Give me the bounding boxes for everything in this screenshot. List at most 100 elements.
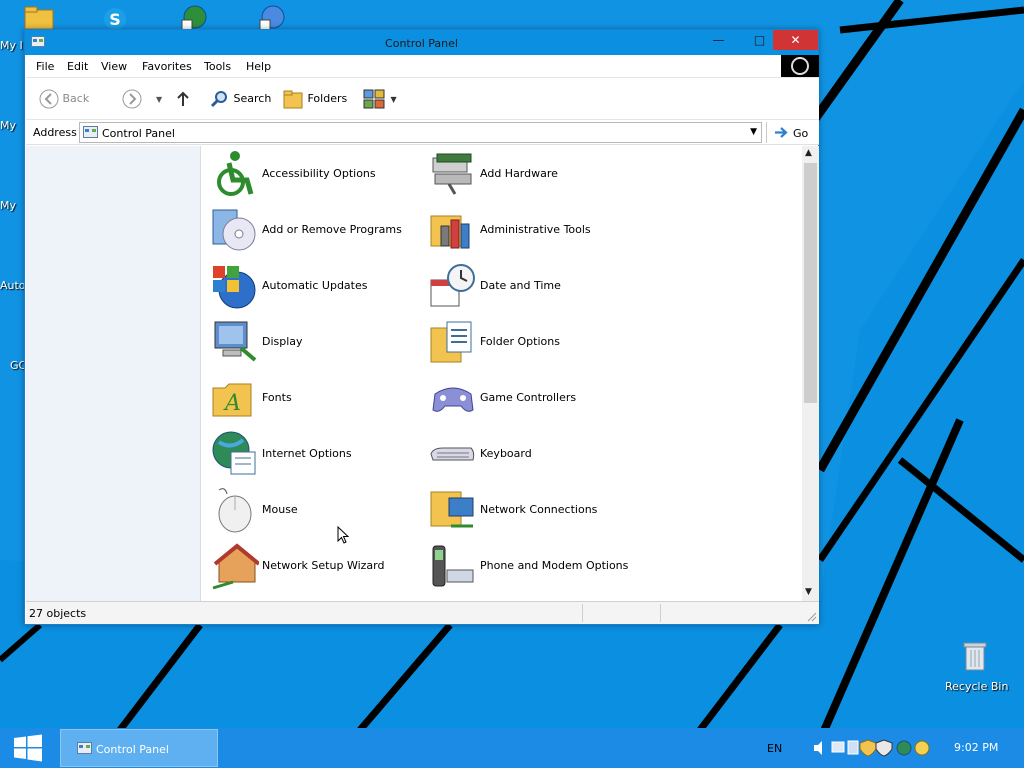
connection-icon xyxy=(914,740,930,756)
cp-item-label: Date and Time xyxy=(480,279,561,292)
cp-item-label: Accessibility Options xyxy=(262,167,376,180)
vertical-scrollbar[interactable]: ▲ ▼ xyxy=(802,146,819,601)
cp-item-mouse[interactable]: Mouse xyxy=(205,484,415,536)
automatic-updates-icon xyxy=(213,266,256,309)
taskbar: Control Panel EN 9:02 PM xyxy=(0,728,1024,768)
forward-button-icon-holder[interactable] xyxy=(122,87,142,111)
menu-view[interactable]: View xyxy=(101,60,127,73)
folders-button[interactable]: Folders xyxy=(282,87,347,111)
back-button[interactable]: Back xyxy=(39,87,109,111)
svg-text:A: A xyxy=(223,391,241,416)
safely-remove-icon xyxy=(847,740,859,755)
menu-tools[interactable]: Tools xyxy=(204,60,231,73)
control-panel-items: Accessibility Options Add Hardware Add o… xyxy=(201,146,801,601)
close-button[interactable]: ✕ xyxy=(773,30,818,50)
resize-grip-icon[interactable] xyxy=(805,610,817,622)
system-tray xyxy=(812,738,942,761)
menu-edit[interactable]: Edit xyxy=(67,60,88,73)
desktop-icon-label: My xyxy=(0,199,17,212)
keyboard-icon xyxy=(430,447,475,461)
menu-bar: File Edit View Favorites Tools Help xyxy=(26,55,819,78)
address-bar: Address Control Panel ▼ Go xyxy=(26,120,819,145)
up-arrow-icon xyxy=(177,91,189,106)
cp-item-label: Game Controllers xyxy=(480,391,577,404)
cp-item-date-and-time[interactable]: Date and Time xyxy=(423,260,633,312)
views-icon xyxy=(363,89,385,109)
status-bar: 27 objects xyxy=(26,601,819,624)
cp-item-internet-options[interactable]: Internet Options xyxy=(205,428,415,480)
go-label: Go xyxy=(793,127,809,140)
phone-modem-icon xyxy=(432,545,474,587)
cp-item-add-hardware[interactable]: Add Hardware xyxy=(423,148,633,200)
cp-item-label: Keyboard xyxy=(480,447,532,460)
fonts-icon: A xyxy=(212,383,252,417)
maximize-button[interactable]: □ xyxy=(746,30,773,50)
administrative-tools-icon xyxy=(430,215,470,249)
cp-item-automatic-updates[interactable]: Automatic Updates xyxy=(205,260,415,312)
date-time-icon xyxy=(430,264,475,307)
chevron-down-icon: ▼ xyxy=(390,95,397,104)
shield-icon xyxy=(859,739,877,757)
content-area: Accessibility Options Add Hardware Add o… xyxy=(26,146,819,601)
game-controllers-icon xyxy=(432,387,474,412)
globe-arrow-icon[interactable] xyxy=(180,4,210,32)
cp-item-label: Fonts xyxy=(262,391,292,404)
cp-item-accessibility-options[interactable]: Accessibility Options xyxy=(205,148,415,200)
folder-icon[interactable] xyxy=(24,6,54,30)
cp-item-add-remove-programs[interactable]: Add or Remove Programs xyxy=(205,204,415,256)
status-divider xyxy=(660,604,661,622)
cp-item-keyboard[interactable]: Keyboard xyxy=(423,428,633,480)
control-panel-window: Control Panel — □ ✕ File Edit View Favor… xyxy=(24,29,819,625)
back-label: Back xyxy=(62,92,90,105)
cp-item-game-controllers[interactable]: Game Controllers xyxy=(423,372,633,424)
cp-item-administrative-tools[interactable]: Administrative Tools xyxy=(423,204,633,256)
recycle-bin-icon xyxy=(963,642,987,671)
mouse-icon xyxy=(218,488,252,533)
chevron-down-icon[interactable]: ▼ xyxy=(750,127,757,137)
folders-label: Folders xyxy=(307,92,348,105)
desktop-icon-label: My I xyxy=(0,39,23,52)
accessibility-icon xyxy=(217,151,254,196)
cp-item-label: Internet Options xyxy=(262,447,352,460)
scroll-down-icon[interactable]: ▼ xyxy=(805,587,812,597)
menu-favorites[interactable]: Favorites xyxy=(142,60,192,73)
forward-dropdown[interactable]: ▼ xyxy=(156,87,162,111)
cp-item-network-connections[interactable]: Network Connections xyxy=(423,484,633,536)
volume-icon xyxy=(814,741,822,755)
clock[interactable]: 9:02 PM xyxy=(954,741,998,754)
recycle-bin-label: Recycle Bin xyxy=(945,680,1009,693)
display-icon xyxy=(214,321,257,362)
cp-item-network-setup-wizard[interactable]: Network Setup Wizard xyxy=(205,540,415,592)
chevron-down-icon: ▼ xyxy=(156,95,163,104)
task-pane xyxy=(26,146,201,601)
cp-item-phone-modem-options[interactable]: Phone and Modem Options xyxy=(423,540,633,592)
search-button[interactable]: Search xyxy=(210,87,271,111)
globe-shortcut-icon[interactable] xyxy=(258,4,288,32)
windows-logo-icon xyxy=(14,734,42,762)
cp-item-folder-options[interactable]: Folder Options xyxy=(423,316,633,368)
title-bar[interactable]: Control Panel — □ ✕ xyxy=(25,30,818,55)
menu-file[interactable]: File xyxy=(36,60,54,73)
cp-item-label: Add Hardware xyxy=(480,167,558,180)
scroll-up-icon[interactable]: ▲ xyxy=(805,148,812,158)
start-button[interactable] xyxy=(12,734,44,765)
address-input[interactable]: Control Panel ▼ xyxy=(79,122,762,143)
taskbar-item-control-panel[interactable]: Control Panel xyxy=(60,729,218,767)
scrollbar-thumb[interactable] xyxy=(804,163,817,403)
views-button[interactable]: ▼ xyxy=(363,87,397,111)
menu-help[interactable]: Help xyxy=(246,60,271,73)
tray-icons xyxy=(814,739,930,757)
language-indicator[interactable]: EN xyxy=(767,742,782,755)
up-button[interactable] xyxy=(176,87,190,111)
search-label: Search xyxy=(233,92,272,105)
maximize-icon: □ xyxy=(753,33,766,47)
go-button[interactable]: Go xyxy=(766,122,818,143)
minimize-button[interactable]: — xyxy=(705,30,732,50)
cp-item-fonts[interactable]: A Fonts xyxy=(205,372,415,424)
address-label: Address xyxy=(33,126,77,139)
status-divider xyxy=(582,604,583,622)
cp-item-display[interactable]: Display xyxy=(205,316,415,368)
folder-options-icon xyxy=(430,321,472,363)
go-arrow-icon xyxy=(775,127,788,138)
taskbar-item-label: Control Panel xyxy=(96,743,169,756)
